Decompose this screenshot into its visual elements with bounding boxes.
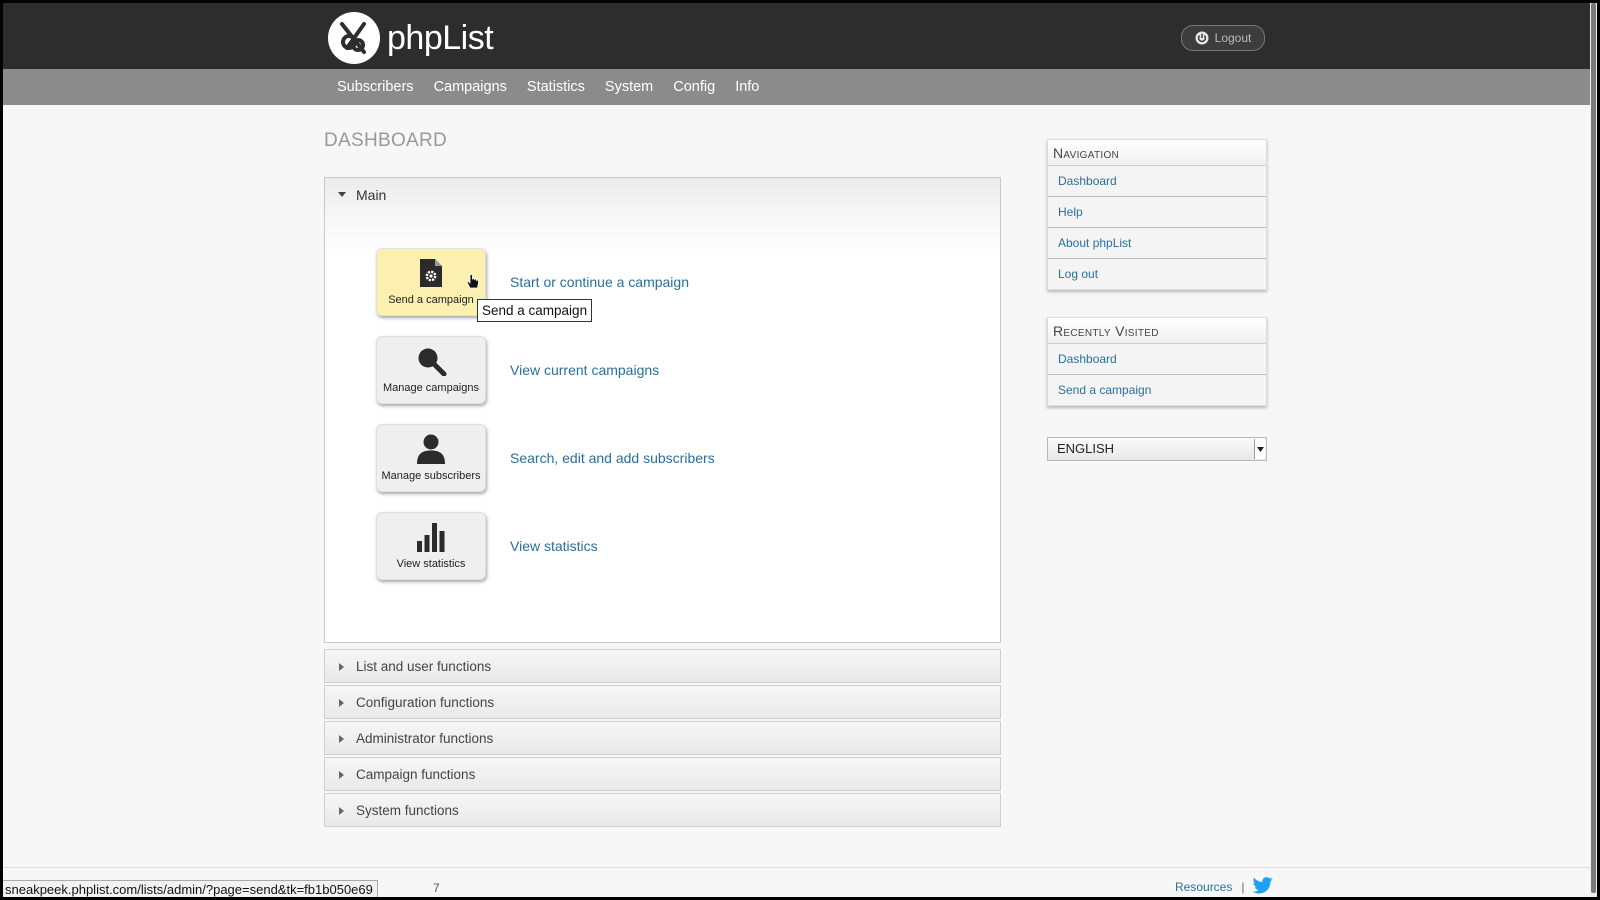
collapsed-arrow-icon xyxy=(339,663,344,671)
view-campaigns-link[interactable]: View current campaigns xyxy=(510,362,659,378)
recently-visited-title: Recently Visited xyxy=(1048,318,1266,344)
manage-subscribers-tile[interactable]: Manage subscribers xyxy=(376,424,486,492)
manage-campaigns-tile[interactable]: Manage campaigns xyxy=(376,336,486,404)
menu-campaigns[interactable]: Campaigns xyxy=(424,69,517,105)
section-list-user-functions[interactable]: List and user functions xyxy=(324,649,1001,683)
main-section-title: Main xyxy=(356,187,387,203)
hand-cursor-icon xyxy=(466,274,480,295)
section-administrator-functions[interactable]: Administrator functions xyxy=(324,721,1001,755)
main-section: Main Send a campaign Start or continue a… xyxy=(324,177,1001,643)
recent-item-send-campaign[interactable]: Send a campaign xyxy=(1048,375,1266,405)
logo-text: phpList xyxy=(387,18,494,57)
nav-item-about[interactable]: About phpList xyxy=(1048,228,1266,259)
manage-campaigns-tile-label: Manage campaigns xyxy=(382,382,479,394)
footer-separator: | xyxy=(1241,880,1245,894)
section-title: Configuration functions xyxy=(356,695,495,710)
phplist-logo-icon xyxy=(328,12,380,64)
resources-link[interactable]: Resources xyxy=(1175,880,1232,894)
section-title: List and user functions xyxy=(356,659,492,674)
bar-chart-icon xyxy=(377,522,485,552)
collapsed-arrow-icon xyxy=(339,807,344,815)
dashboard-row-manage-campaigns: Manage campaigns View current campaigns xyxy=(376,336,659,404)
menu-config[interactable]: Config xyxy=(663,69,725,105)
page-title: DASHBOARD xyxy=(324,130,448,151)
menu-statistics[interactable]: Statistics xyxy=(517,69,595,105)
collapsed-arrow-icon xyxy=(339,699,344,707)
section-title: Administrator functions xyxy=(356,731,494,746)
nav-item-dashboard[interactable]: Dashboard xyxy=(1048,166,1266,197)
section-title: System functions xyxy=(356,803,459,818)
menu-system[interactable]: System xyxy=(595,69,663,105)
collapsed-arrow-icon xyxy=(339,735,344,743)
logo[interactable]: phpList xyxy=(328,12,494,64)
navigation-title: Navigation xyxy=(1048,140,1266,166)
view-statistics-link[interactable]: View statistics xyxy=(510,538,598,554)
footer-version-text: 7 xyxy=(433,881,440,895)
dashboard-row-statistics: View statistics View statistics xyxy=(376,512,598,580)
nav-item-logout[interactable]: Log out xyxy=(1048,259,1266,289)
magnifier-icon xyxy=(377,346,485,376)
recent-item-dashboard[interactable]: Dashboard xyxy=(1048,344,1266,375)
main-section-header[interactable]: Main xyxy=(325,178,1000,258)
power-icon xyxy=(1195,31,1209,45)
user-icon xyxy=(377,434,485,464)
dropdown-arrow-icon xyxy=(1254,439,1265,459)
main-menu: Subscribers Campaigns Statistics System … xyxy=(327,69,769,105)
logout-button[interactable]: Logout xyxy=(1181,25,1265,51)
section-campaign-functions[interactable]: Campaign functions xyxy=(324,757,1001,791)
manage-subscribers-tile-label: Manage subscribers xyxy=(381,470,481,482)
menu-subscribers[interactable]: Subscribers xyxy=(327,69,424,105)
main-menu-bar: Subscribers Campaigns Statistics System … xyxy=(3,69,1597,105)
footer-links: Resources | xyxy=(1175,877,1273,897)
dashboard-row-manage-subscribers: Manage subscribers Search, edit and add … xyxy=(376,424,715,492)
search-subscribers-link[interactable]: Search, edit and add subscribers xyxy=(510,450,715,466)
start-campaign-link[interactable]: Start or continue a campaign xyxy=(510,274,689,290)
twitter-icon[interactable] xyxy=(1253,877,1273,897)
send-campaign-tile-label: Send a campaign xyxy=(388,294,474,306)
menu-info[interactable]: Info xyxy=(725,69,769,105)
section-configuration-functions[interactable]: Configuration functions xyxy=(324,685,1001,719)
collapsed-arrow-icon xyxy=(339,771,344,779)
recently-visited-panel: Recently Visited Dashboard Send a campai… xyxy=(1047,317,1267,406)
view-statistics-tile-label: View statistics xyxy=(396,558,466,570)
view-statistics-tile[interactable]: View statistics xyxy=(376,512,486,580)
navigation-panel: Navigation Dashboard Help About phpList … xyxy=(1047,139,1267,290)
language-selected-value: ENGLISH xyxy=(1057,441,1115,456)
browser-viewport: phpList Logout Subscribers Campaigns Sta… xyxy=(3,3,1597,897)
browser-status-bar: sneakpeek.phplist.com/lists/admin/?page=… xyxy=(3,880,378,897)
language-select[interactable]: ENGLISH xyxy=(1047,437,1267,461)
nav-item-help[interactable]: Help xyxy=(1048,197,1266,228)
top-header: phpList Logout xyxy=(3,3,1597,69)
footer-divider xyxy=(3,867,1597,868)
section-title: Campaign functions xyxy=(356,767,476,782)
tooltip: Send a campaign xyxy=(477,299,593,322)
expanded-arrow-icon xyxy=(338,192,346,197)
section-system-functions[interactable]: System functions xyxy=(324,793,1001,827)
scrollbar-thumb[interactable] xyxy=(1591,3,1596,893)
logout-label: Logout xyxy=(1214,31,1252,45)
